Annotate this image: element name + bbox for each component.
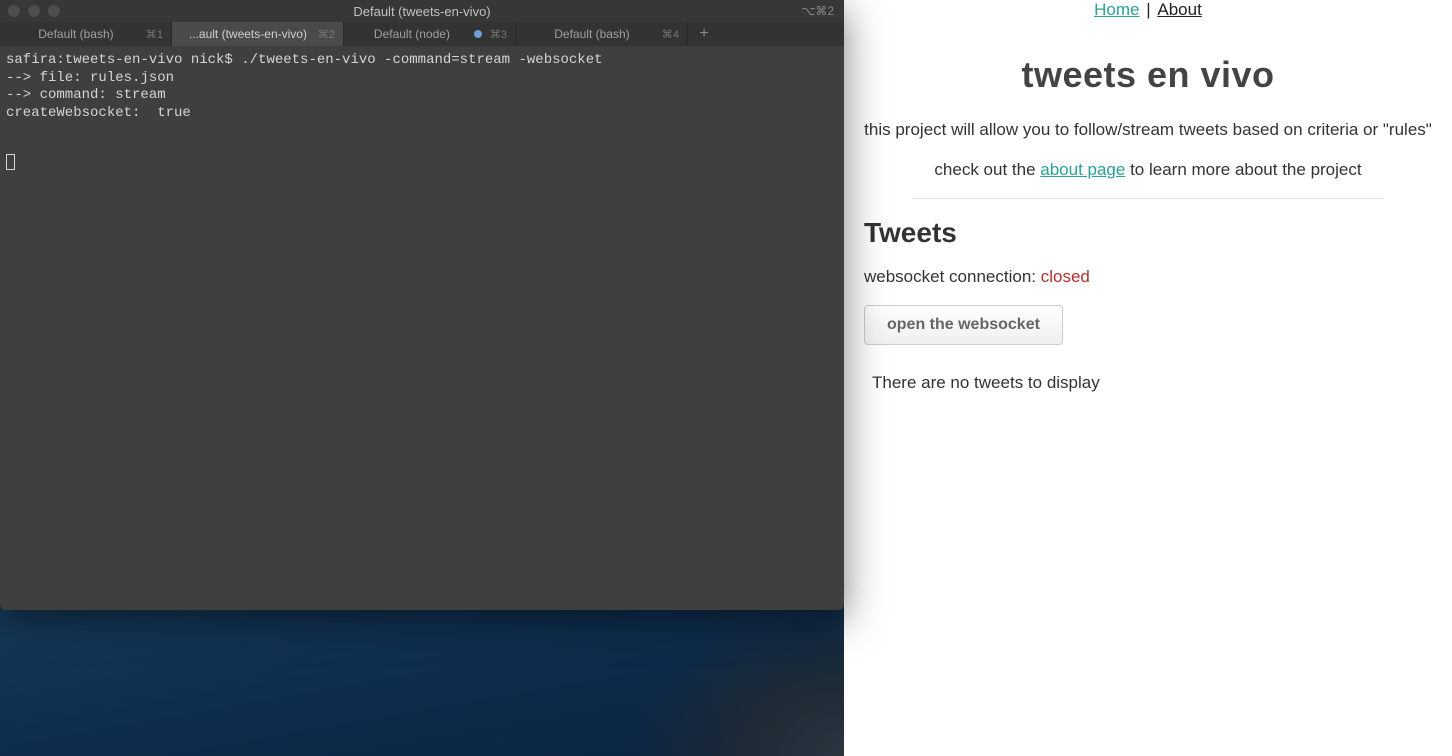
tab-shortcut: ⌘4 [662,28,687,41]
open-websocket-button[interactable]: open the websocket [864,305,1063,345]
terminal-line: --> file: rules.json [6,70,838,88]
maximize-icon[interactable] [48,5,60,17]
tab-label: Default (bash) [516,27,658,41]
tab-shortcut: ⌘1 [146,28,171,41]
tab-shortcut: ⌘2 [318,28,343,41]
no-tweets-message: There are no tweets to display [864,373,1432,393]
nav-about-link[interactable]: About [1157,0,1201,19]
nav-home-link[interactable]: Home [1094,0,1139,19]
about-page-link[interactable]: about page [1040,160,1125,179]
ws-status-label: websocket connection: [864,267,1041,286]
titlebar-shortcut: ⌥⌘2 [801,4,834,18]
web-page: Home | About tweets en vivo this project… [844,0,1452,756]
terminal-line: safira:tweets-en-vivo nick$ ./tweets-en-… [6,52,838,70]
intro-post: to learn more about the project [1125,160,1361,179]
terminal-tab-1[interactable]: Default (bash) ⌘1 [0,22,172,46]
plus-icon: + [699,25,708,43]
desktop-area: Default (tweets-en-vivo) ⌥⌘2 Default (ba… [0,0,844,756]
terminal-line: --> command: stream [6,87,838,105]
add-tab-button[interactable]: + [688,22,720,46]
terminal-tabbar: Default (bash) ⌘1 ...ault (tweets-en-viv… [0,22,844,46]
ws-status-value: closed [1041,267,1090,286]
terminal-tab-3[interactable]: Default (node) ⌘3 [344,22,516,46]
minimize-icon[interactable] [28,5,40,17]
intro-pre: check out the [934,160,1040,179]
tab-label: ...ault (tweets-en-vivo) [172,27,314,41]
page-title: tweets en vivo [864,54,1432,96]
tab-shortcut: ⌘3 [490,28,515,41]
terminal-window: Default (tweets-en-vivo) ⌥⌘2 Default (ba… [0,0,844,610]
traffic-lights [8,5,60,17]
tweets-section-title: Tweets [864,217,1432,249]
titlebar[interactable]: Default (tweets-en-vivo) ⌥⌘2 [0,0,844,22]
close-icon[interactable] [8,5,20,17]
tab-label: Default (bash) [0,27,142,41]
websocket-status: websocket connection: closed [864,267,1432,287]
top-nav: Home | About [864,0,1432,24]
terminal-cursor-icon [6,154,15,170]
intro-text-2: check out the about page to learn more a… [864,160,1432,180]
nav-separator: | [1142,0,1156,19]
divider [912,198,1384,199]
tab-label: Default (node) [344,27,470,41]
activity-indicator-icon [474,30,482,38]
intro-text-1: this project will allow you to follow/st… [864,120,1432,140]
window-title: Default (tweets-en-vivo) [353,4,490,19]
terminal-line: createWebsocket: true [6,105,838,123]
terminal-tab-2[interactable]: ...ault (tweets-en-vivo) ⌘2 [172,22,344,46]
terminal-tab-4[interactable]: Default (bash) ⌘4 [516,22,688,46]
terminal-body[interactable]: safira:tweets-en-vivo nick$ ./tweets-en-… [0,46,844,610]
